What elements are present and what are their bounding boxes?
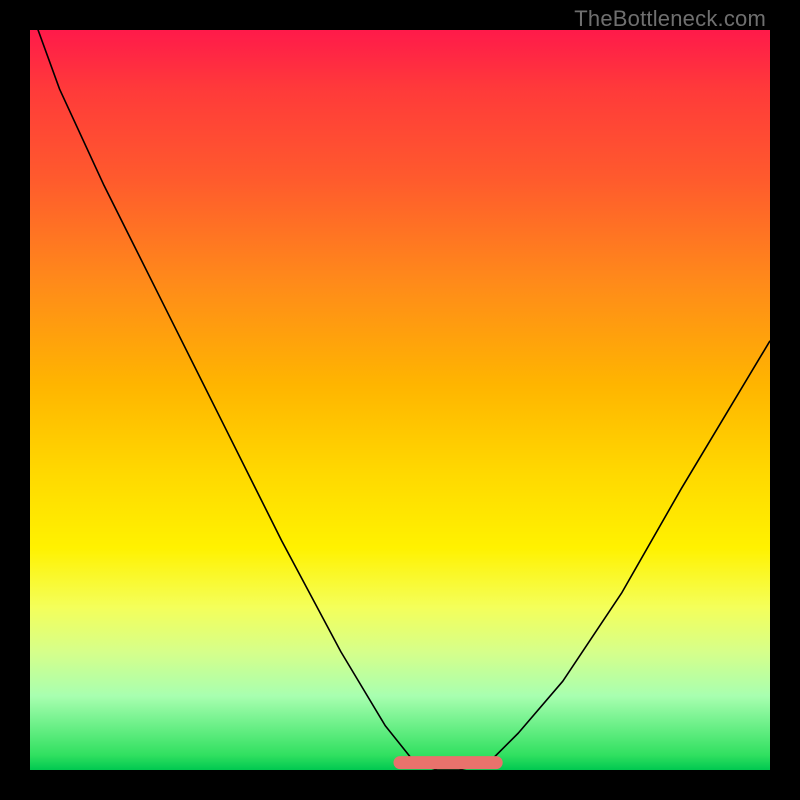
- watermark-text: TheBottleneck.com: [574, 6, 766, 32]
- chart-frame: TheBottleneck.com: [0, 0, 800, 800]
- bottleneck-curve: [30, 30, 770, 770]
- plot-area: [30, 30, 770, 770]
- chart-canvas: [30, 30, 770, 770]
